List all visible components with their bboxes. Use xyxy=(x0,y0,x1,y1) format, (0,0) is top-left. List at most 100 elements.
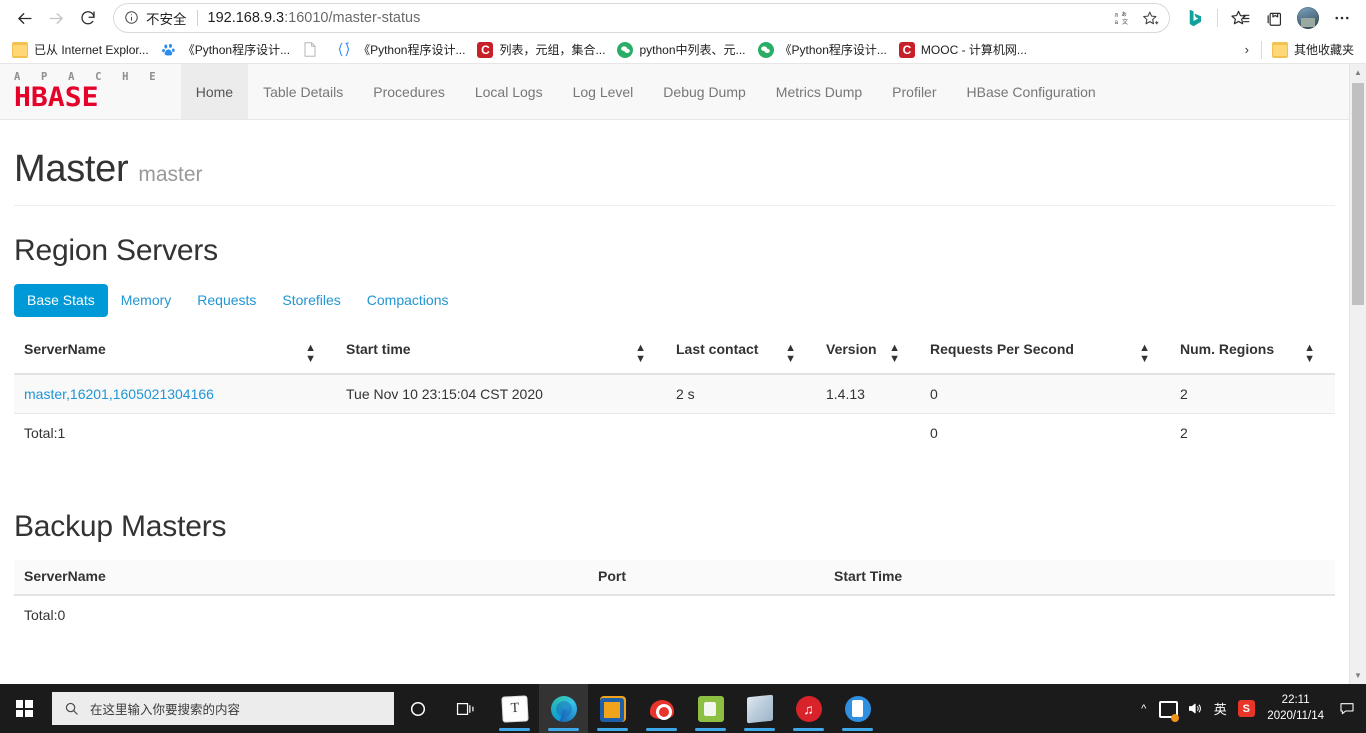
site-info-icon[interactable] xyxy=(124,10,140,26)
nav-item-profiler[interactable]: Profiler xyxy=(877,64,951,119)
notebook-app-icon[interactable] xyxy=(735,684,784,733)
backup-table-total-row: Total:0 xyxy=(14,595,1335,635)
column-label: Last contact xyxy=(676,341,759,358)
column-header-num-regions[interactable]: Num. Regions ▲ ▼ xyxy=(1170,333,1335,376)
column-header-start-time[interactable]: Start Time xyxy=(824,560,1335,597)
column-header-requests-per-second[interactable]: Requests Per Second ▲ ▼ xyxy=(920,333,1170,376)
translate-icon[interactable]: aあa文 xyxy=(1109,6,1135,30)
tab-storefiles[interactable]: Storefiles xyxy=(269,284,353,317)
url-text[interactable]: 192.168.9.3:16010/master-status xyxy=(208,10,1104,26)
sort-arrows-icon[interactable]: ▲ ▼ xyxy=(635,343,646,365)
nav-item-procedures[interactable]: Procedures xyxy=(358,64,460,119)
sort-arrows-icon[interactable]: ▲ ▼ xyxy=(1139,343,1150,365)
collections-favorites-icon[interactable] xyxy=(1224,2,1256,34)
tab-base-stats[interactable]: Base Stats xyxy=(14,284,108,318)
nav-item-table-details[interactable]: Table Details xyxy=(248,64,358,119)
tab-label: Base Stats xyxy=(27,292,95,308)
sort-arrows-icon[interactable]: ▲ ▼ xyxy=(1304,343,1315,365)
ime-chinese-icon[interactable]: 英 xyxy=(1207,684,1233,733)
bookmark-item[interactable]: C 列表，元组，集合... xyxy=(471,38,611,61)
page-title: Master xyxy=(14,148,129,190)
system-tray: ^ 英 S 22:11 2020/11/14 xyxy=(1132,684,1366,733)
tab-label: Memory xyxy=(120,292,172,308)
profile-avatar[interactable] xyxy=(1292,2,1324,34)
column-header-last-contact[interactable]: Last contact ▲ ▼ xyxy=(666,333,816,376)
back-arrow-icon[interactable] xyxy=(8,2,40,34)
other-bookmarks-label: 其他收藏夹 xyxy=(1293,43,1354,57)
column-header-servername[interactable]: ServerName ▲ ▼ xyxy=(14,333,336,376)
collections-icon[interactable] xyxy=(1258,2,1290,34)
nav-item-debug-dump[interactable]: Debug Dump xyxy=(648,64,761,119)
bookmark-item[interactable]: 已从 Internet Explor... xyxy=(6,38,155,61)
cortana-circle-icon[interactable] xyxy=(394,684,442,733)
chevron-right-icon[interactable]: › xyxy=(1237,42,1257,57)
avatar xyxy=(1297,7,1319,29)
address-bar[interactable]: 不安全 192.168.9.3:16010/master-status aあa文 xyxy=(114,4,1169,32)
toolbar-divider xyxy=(1217,9,1218,27)
bing-icon[interactable] xyxy=(1179,2,1211,34)
scrollbar-thumb[interactable] xyxy=(1352,83,1364,305)
backup-table-header-row: ServerName Port Start Time xyxy=(14,560,1335,597)
column-header-servername[interactable]: ServerName xyxy=(14,560,588,597)
show-hidden-icons-icon[interactable]: ^ xyxy=(1132,703,1155,715)
hbase-logo[interactable]: A P A C H E HBASE xyxy=(0,64,181,119)
settings-more-icon[interactable] xyxy=(1326,2,1358,34)
favorite-add-icon[interactable] xyxy=(1137,6,1163,30)
tab-compactions[interactable]: Compactions xyxy=(354,284,462,317)
cell-requests-per-second: 0 xyxy=(920,374,1170,415)
column-header-port[interactable]: Port xyxy=(588,560,824,597)
nav-item-local-logs[interactable]: Local Logs xyxy=(460,64,558,119)
reload-icon[interactable] xyxy=(72,2,104,34)
windows-taskbar: 在这里输入你要搜索的内容 T ♫ ^ 英 S 22:11 2020/11/14 … xyxy=(0,684,1366,733)
snail-app-icon[interactable] xyxy=(637,684,686,733)
sort-arrows-icon[interactable]: ▲ ▼ xyxy=(785,343,796,365)
taskbar-clock[interactable]: 22:11 2020/11/14 xyxy=(1259,693,1336,724)
bookmark-item[interactable]: C MOOC - 计算机网... xyxy=(893,38,1033,61)
sort-arrows-icon[interactable]: ▲ ▼ xyxy=(305,343,316,365)
tab-requests[interactable]: Requests xyxy=(184,284,269,317)
bookmark-item[interactable]: 《Python程序设计... xyxy=(155,38,296,61)
folder-app-icon xyxy=(697,695,724,722)
volume-icon[interactable] xyxy=(1181,684,1207,733)
netease-music-app-icon[interactable]: ♫ xyxy=(784,684,833,733)
svg-text:a: a xyxy=(1115,20,1119,26)
nav-item-metrics-dump[interactable]: Metrics Dump xyxy=(761,64,877,119)
tab-memory[interactable]: Memory xyxy=(108,284,185,317)
sort-arrows-icon[interactable]: ▲ ▼ xyxy=(889,343,900,365)
column-header-start-time[interactable]: Start time ▲ ▼ xyxy=(336,333,666,376)
bookmark-item[interactable] xyxy=(296,39,330,61)
phone-app-icon[interactable] xyxy=(833,684,882,733)
cell-last-contact: 2 s xyxy=(666,374,816,415)
bookmark-item[interactable]: python中列表、元... xyxy=(611,38,751,61)
vmware-app-icon[interactable] xyxy=(588,684,637,733)
network-icon[interactable] xyxy=(1155,684,1181,733)
typora-icon: T xyxy=(500,694,529,723)
region-server-link[interactable]: master,16201,1605021304166 xyxy=(24,386,214,402)
nav-item-home[interactable]: Home xyxy=(180,64,249,119)
nav-item-hbase-configuration[interactable]: HBase Configuration xyxy=(952,64,1111,119)
microsoft-edge-app-icon[interactable] xyxy=(539,684,588,733)
vmware-icon xyxy=(599,695,626,722)
action-center-icon[interactable] xyxy=(1336,684,1358,733)
bookmark-item[interactable]: 《Python程序设计... xyxy=(752,38,893,61)
typora-app-icon[interactable]: T xyxy=(490,684,539,733)
scroll-down-arrow-icon[interactable]: ▼ xyxy=(1350,667,1366,684)
hbase-nav-items: Home Table Details Procedures Local Logs… xyxy=(180,64,1111,119)
sogou-input-icon[interactable]: S xyxy=(1233,684,1259,733)
windows-start-icon[interactable] xyxy=(0,684,48,733)
task-view-icon[interactable] xyxy=(442,684,490,733)
nav-label: Local Logs xyxy=(474,83,543,100)
nav-item-log-level[interactable]: Log Level xyxy=(558,64,649,119)
bookmark-item[interactable]: 《Python程序设计... xyxy=(330,38,471,61)
column-header-version[interactable]: Version ▲ ▼ xyxy=(816,333,920,376)
cell-servername: master,16201,1605021304166 xyxy=(14,374,336,415)
nav-label: Table Details xyxy=(263,83,344,100)
page-scrollbar[interactable]: ▲ ▼ xyxy=(1349,64,1366,684)
file-manager-app-icon[interactable] xyxy=(686,684,735,733)
nav-label: Profiler xyxy=(892,83,937,100)
security-status-label: 不安全 xyxy=(146,12,187,27)
scroll-up-arrow-icon[interactable]: ▲ xyxy=(1350,64,1366,81)
bookmark-label: 《Python程序设计... xyxy=(182,43,291,57)
other-bookmarks-folder[interactable]: 其他收藏夹 xyxy=(1266,38,1360,61)
taskbar-search-box[interactable]: 在这里输入你要搜索的内容 xyxy=(52,692,394,725)
